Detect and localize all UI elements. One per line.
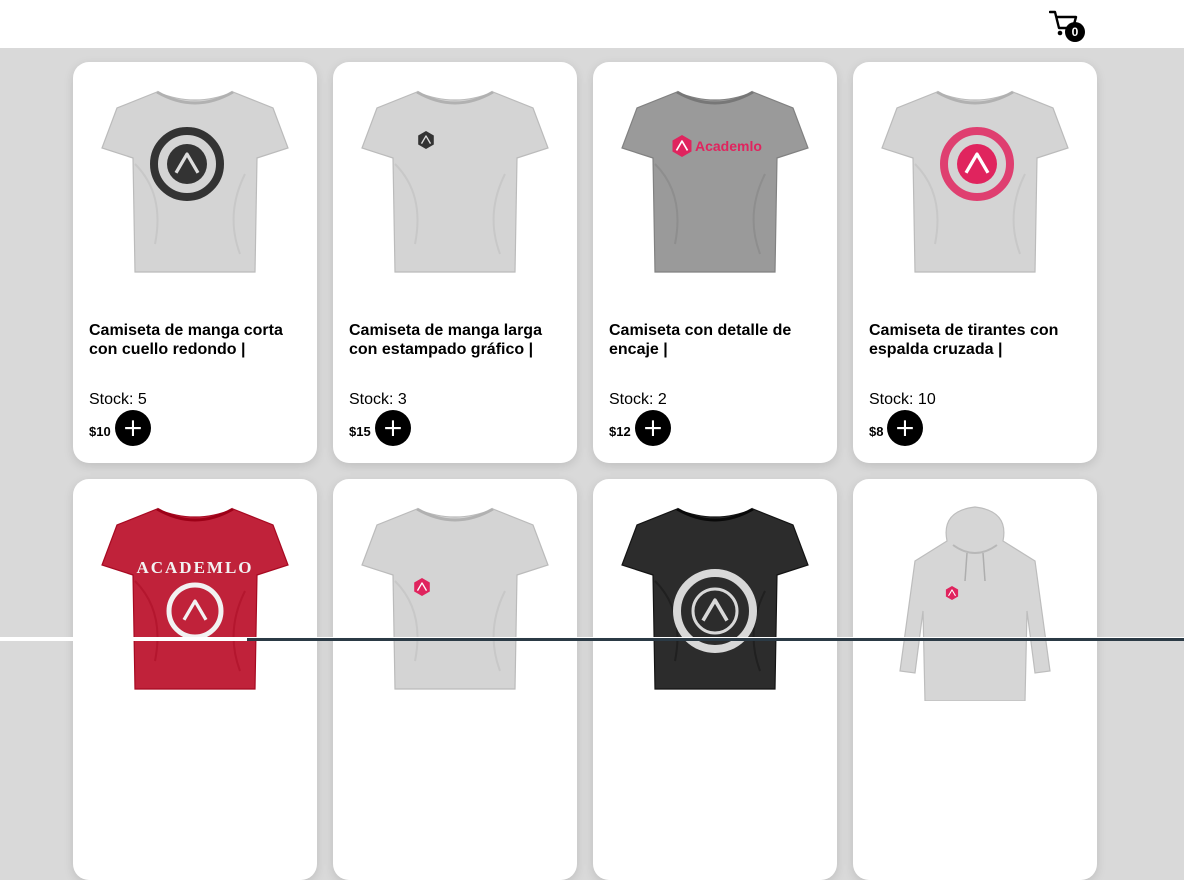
product-card: [333, 479, 577, 880]
product-name: Camiseta de tirantes con espalda cruzada…: [869, 322, 1059, 358]
stock-label: Stock:: [869, 391, 914, 408]
product-card: Academlo Camiseta con detalle de encaje …: [593, 62, 837, 463]
product-image-tshirt: [361, 90, 549, 273]
stock-value: 2: [657, 391, 667, 408]
stock-value: 3: [397, 391, 407, 408]
cart-button[interactable]: 0: [1049, 9, 1089, 43]
product-image-tshirt: [361, 507, 549, 690]
top-navbar: 0: [0, 0, 1184, 48]
product-name: Camiseta de manga larga con estampado gr…: [349, 322, 542, 358]
product-card: Camiseta de tirantes con espalda cruzada…: [853, 62, 1097, 463]
cart-count-badge: 0: [1065, 22, 1085, 42]
stock-value: 5: [137, 391, 147, 408]
product-image-tshirt: [881, 90, 1069, 273]
price-amount: 8: [876, 424, 884, 439]
price-amount: 10: [96, 424, 111, 439]
product-card: Camiseta de manga corta con cuello redon…: [73, 62, 317, 463]
product-name: Camiseta con detalle de encaje |: [609, 322, 792, 358]
add-to-cart-button[interactable]: +: [635, 410, 671, 446]
product-image-hoodie: [899, 506, 1051, 701]
stock-label: Stock:: [609, 391, 654, 408]
product-stock: Stock: 2: [609, 391, 667, 409]
stock-value: 10: [917, 391, 936, 408]
product-price: $8: [869, 424, 883, 439]
product-price: $12: [609, 424, 631, 439]
stock-label: Stock:: [89, 391, 134, 408]
product-card: [853, 479, 1097, 880]
price-amount: 15: [356, 424, 371, 439]
add-to-cart-button[interactable]: +: [887, 410, 923, 446]
product-image-tshirt: [621, 507, 809, 690]
product-stock: Stock: 3: [349, 391, 407, 409]
product-price: $10: [89, 424, 111, 439]
add-to-cart-button[interactable]: +: [375, 410, 411, 446]
product-card: [593, 479, 837, 880]
bottom-scroll-edge: [0, 637, 1184, 641]
product-card: ACADEMLO: [73, 479, 317, 880]
product-card: Camiseta de manga larga con estampado gr…: [333, 62, 577, 463]
product-stock: Stock: 10: [869, 391, 936, 409]
product-image-tshirt: Academlo: [621, 90, 809, 273]
product-image-tshirt: ACADEMLO: [101, 507, 289, 690]
product-price: $15: [349, 424, 371, 439]
add-to-cart-button[interactable]: +: [115, 410, 151, 446]
svg-text:Academlo: Academlo: [695, 138, 762, 154]
price-amount: 12: [616, 424, 631, 439]
product-image-tshirt: [101, 90, 289, 273]
svg-text:ACADEMLO: ACADEMLO: [136, 558, 253, 577]
product-grid: Camiseta de manga corta con cuello redon…: [73, 62, 1097, 880]
product-stock: Stock: 5: [89, 391, 147, 409]
stock-label: Stock:: [349, 391, 394, 408]
product-name: Camiseta de manga corta con cuello redon…: [89, 322, 283, 358]
